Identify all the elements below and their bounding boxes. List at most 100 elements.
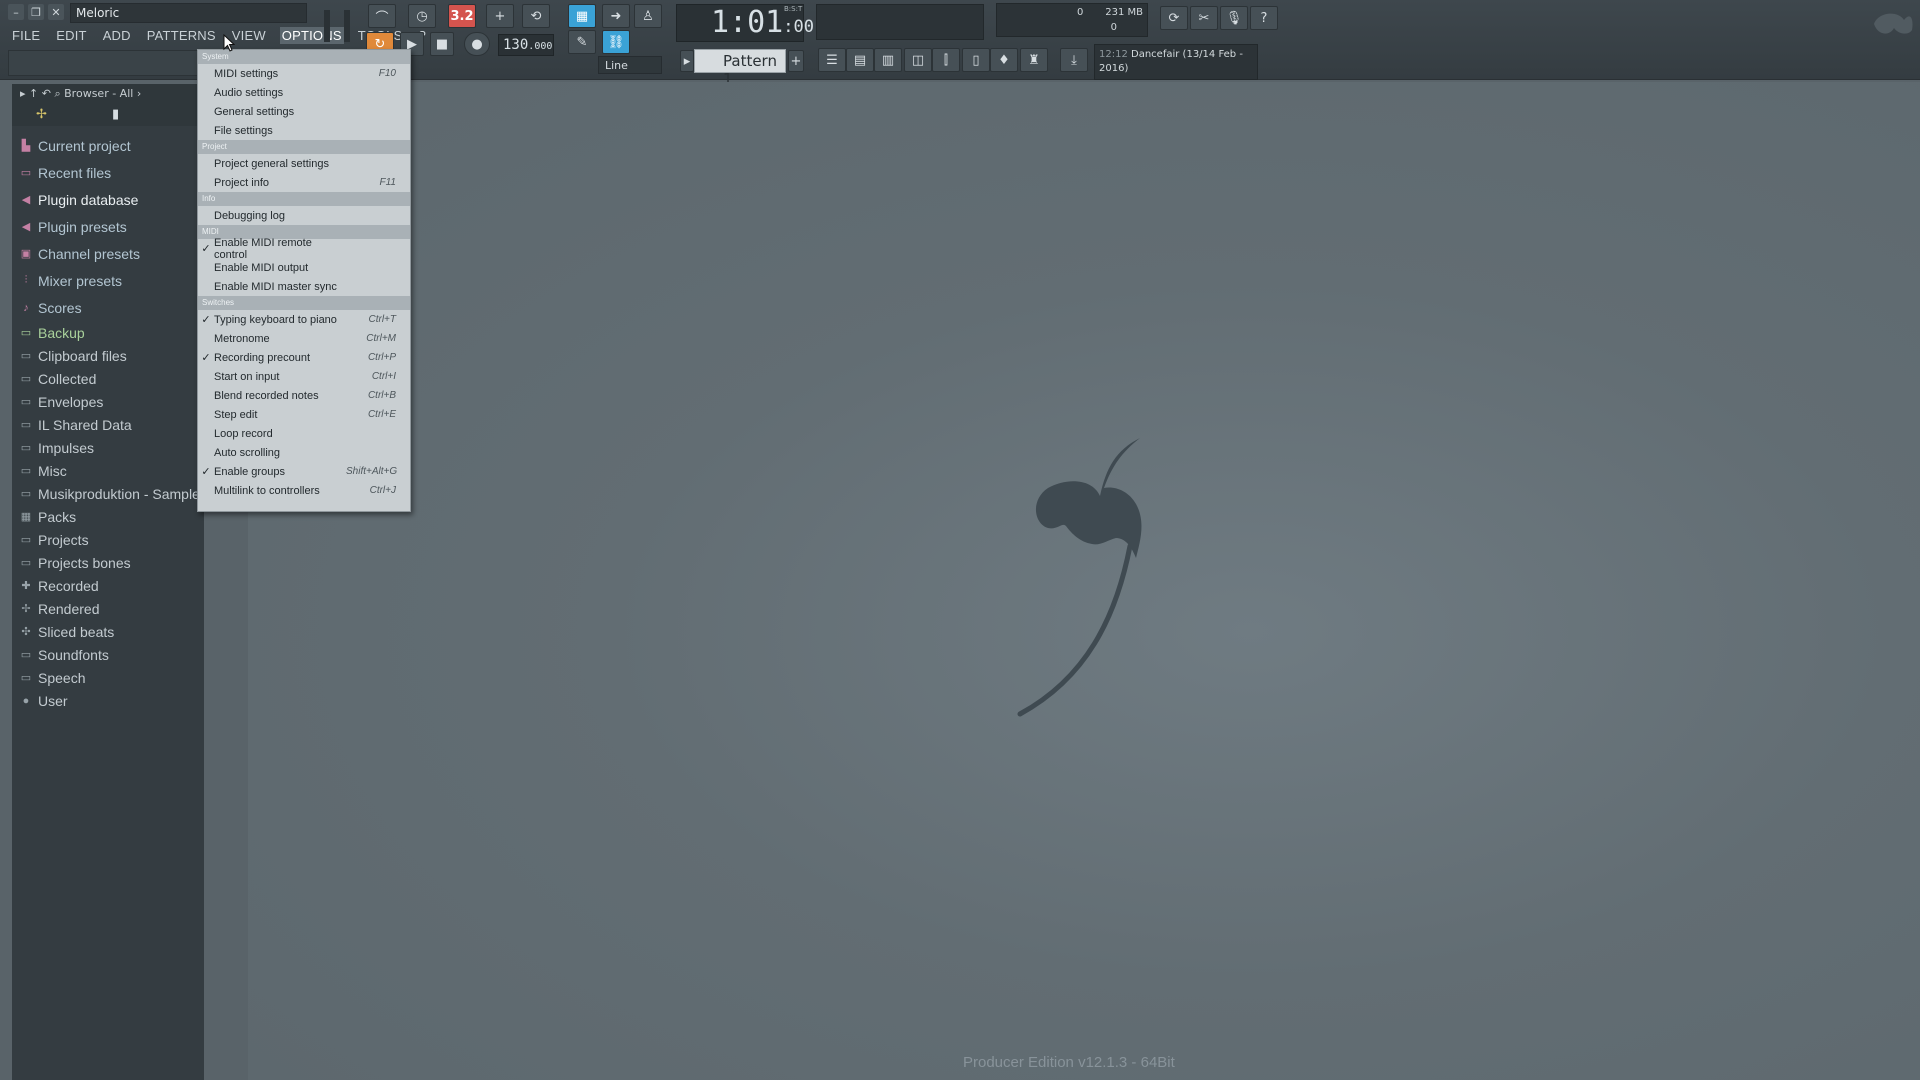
- menu-item[interactable]: Project general settings: [198, 154, 410, 173]
- browser-item[interactable]: ▭ Collected: [12, 367, 204, 390]
- microphone-icon[interactable]: 🎙: [1220, 6, 1248, 30]
- browser-item[interactable]: ▣ Channel presets: [12, 240, 204, 267]
- stop-button[interactable]: ■: [430, 32, 454, 56]
- browser-item[interactable]: ▭ Musikproduktion - Sample: [12, 482, 204, 505]
- browser-item[interactable]: ◀ Plugin database: [12, 186, 204, 213]
- menu-item[interactable]: ✓ Enable MIDI remote control: [198, 237, 410, 261]
- menu-item[interactable]: Step edit Ctrl+E: [198, 405, 410, 424]
- loop-record-icon[interactable]: ⟲: [522, 4, 550, 28]
- browser-back-icon[interactable]: ↶: [42, 87, 51, 100]
- menu-item[interactable]: General settings: [198, 102, 410, 121]
- metronome-wave-icon[interactable]: ⌒: [368, 4, 396, 28]
- cut-icon[interactable]: ✂: [1190, 6, 1218, 30]
- menu-item[interactable]: ✓ Enable groups Shift+Alt+G: [198, 462, 410, 481]
- minimize-icon[interactable]: –: [8, 4, 24, 20]
- link-icon[interactable]: ⛓: [602, 30, 630, 54]
- browser-item[interactable]: ▭ Recent files: [12, 159, 204, 186]
- menu-view[interactable]: VIEW: [230, 27, 268, 44]
- menu-file[interactable]: FILE: [10, 27, 42, 44]
- browser-item[interactable]: ♪ Scores: [12, 294, 204, 321]
- browser-up-icon[interactable]: ↑: [29, 87, 38, 100]
- menu-options[interactable]: OPTIONS: [279, 27, 344, 44]
- browser-item[interactable]: ▭ Misc: [12, 459, 204, 482]
- browser-expand-icon[interactable]: ▸: [20, 87, 26, 100]
- restore-icon[interactable]: ❐: [28, 4, 44, 20]
- close-icon[interactable]: ✕: [48, 4, 64, 20]
- menu-item[interactable]: File settings: [198, 121, 410, 140]
- mixer-icon[interactable]: ⫿: [932, 48, 960, 72]
- browser-item[interactable]: ✚ Recorded: [12, 574, 204, 597]
- menu-item[interactable]: MIDI settings F10: [198, 64, 410, 83]
- menu-item[interactable]: Enable MIDI master sync: [198, 277, 410, 296]
- menu-item[interactable]: Loop record: [198, 424, 410, 443]
- menu-item-shortcut: Ctrl+T: [368, 314, 397, 325]
- browser-item-label: Collected: [38, 370, 97, 387]
- numeric-display[interactable]: 3.2: [448, 4, 476, 28]
- tempo-tapper-icon[interactable]: ♜: [1020, 48, 1048, 72]
- browser-toolbar: ✢ ▮: [12, 104, 204, 126]
- download-icon[interactable]: ⤓: [1060, 48, 1088, 72]
- step-sequencer-icon[interactable]: ▤: [846, 48, 874, 72]
- help-icon[interactable]: ?: [1250, 6, 1278, 30]
- record-button[interactable]: ●: [464, 32, 490, 56]
- news-panel[interactable]: 12:12 Dancefair (13/14 Feb - 2016): [1094, 44, 1258, 80]
- snap-selector[interactable]: Line: [598, 56, 662, 74]
- channel-rack-icon[interactable]: ◫: [904, 48, 932, 72]
- browser-item[interactable]: ● User: [12, 689, 204, 712]
- browser-icon[interactable]: ▯: [962, 48, 990, 72]
- browser-search-icon[interactable]: ⌕: [54, 87, 60, 100]
- edition-label: Producer Edition v12.1.3 - 64Bit: [963, 1054, 1175, 1071]
- countdown-icon[interactable]: ◷: [408, 4, 436, 28]
- browser-item[interactable]: ▭ Envelopes: [12, 390, 204, 413]
- browser-item[interactable]: ▭ Speech: [12, 666, 204, 689]
- piano-roll-icon[interactable]: ▥: [874, 48, 902, 72]
- menu-item[interactable]: Blend recorded notes Ctrl+B: [198, 386, 410, 405]
- menu-item[interactable]: ✓ Recording precount Ctrl+P: [198, 348, 410, 367]
- mixer-icon: ⫶: [24, 274, 28, 286]
- browser-item[interactable]: ◀ Plugin presets: [12, 213, 204, 240]
- browser-item[interactable]: ▭ Soundfonts: [12, 643, 204, 666]
- menu-patterns[interactable]: PATTERNS: [145, 27, 218, 44]
- menu-item[interactable]: Multilink to controllers Ctrl+J: [198, 481, 410, 500]
- browser-item[interactable]: ▭ Backup: [12, 321, 204, 344]
- browser-item[interactable]: ⫶ Mixer presets: [12, 267, 204, 294]
- browser-file-icon[interactable]: ▮: [112, 107, 119, 122]
- draw-tool-icon[interactable]: ✎: [568, 30, 596, 54]
- arrow-right-icon[interactable]: ➜: [602, 4, 630, 28]
- menu-item[interactable]: ✓ Typing keyboard to piano Ctrl+T: [198, 310, 410, 329]
- browser-item[interactable]: ▙ Current project: [12, 132, 204, 159]
- browser-item[interactable]: ▭ Projects: [12, 528, 204, 551]
- refresh-icon[interactable]: ⟳: [1160, 6, 1188, 30]
- browser-item[interactable]: ▭ Impulses: [12, 436, 204, 459]
- master-pitch-slider[interactable]: [344, 10, 350, 42]
- browser-item[interactable]: ▦ Packs: [12, 505, 204, 528]
- browser-item[interactable]: ▭ Projects bones: [12, 551, 204, 574]
- folder-icon: ▭: [20, 557, 32, 569]
- playlist-icon[interactable]: ☰: [818, 48, 846, 72]
- menu-item[interactable]: Project info F11: [198, 173, 410, 192]
- step-edit-icon[interactable]: +: [486, 4, 514, 28]
- browser-options-icon[interactable]: ✢: [36, 107, 47, 122]
- browser-item[interactable]: ✣ Sliced beats: [12, 620, 204, 643]
- browser-arrow-icon[interactable]: ›: [137, 87, 141, 100]
- menu-add[interactable]: ADD: [101, 27, 133, 44]
- browser-item[interactable]: ✢ Rendered: [12, 597, 204, 620]
- browser-item[interactable]: ▭ IL Shared Data: [12, 413, 204, 436]
- typing-keyboard-icon[interactable]: ▦: [568, 4, 596, 28]
- menu-item[interactable]: Metronome Ctrl+M: [198, 329, 410, 348]
- menu-item[interactable]: Audio settings: [198, 83, 410, 102]
- pattern-selector[interactable]: Pattern 1: [694, 49, 786, 88]
- plugin-icon[interactable]: ♦: [990, 48, 1018, 72]
- browser-item[interactable]: ▭ Clipboard files: [12, 344, 204, 367]
- tempo-display[interactable]: 130.000: [498, 34, 554, 56]
- metronome-icon[interactable]: ♙: [634, 4, 662, 28]
- menu-item[interactable]: Enable MIDI output: [198, 258, 410, 277]
- menu-item[interactable]: Debugging log: [198, 206, 410, 225]
- menu-item[interactable]: Auto scrolling: [198, 443, 410, 462]
- pattern-arrow-icon[interactable]: ▸: [680, 50, 694, 72]
- master-volume-slider[interactable]: [324, 10, 330, 42]
- checkmark-icon: ✓: [201, 352, 211, 364]
- add-pattern-button[interactable]: +: [788, 50, 804, 72]
- menu-item[interactable]: Start on input Ctrl+I: [198, 367, 410, 386]
- menu-edit[interactable]: EDIT: [54, 27, 88, 44]
